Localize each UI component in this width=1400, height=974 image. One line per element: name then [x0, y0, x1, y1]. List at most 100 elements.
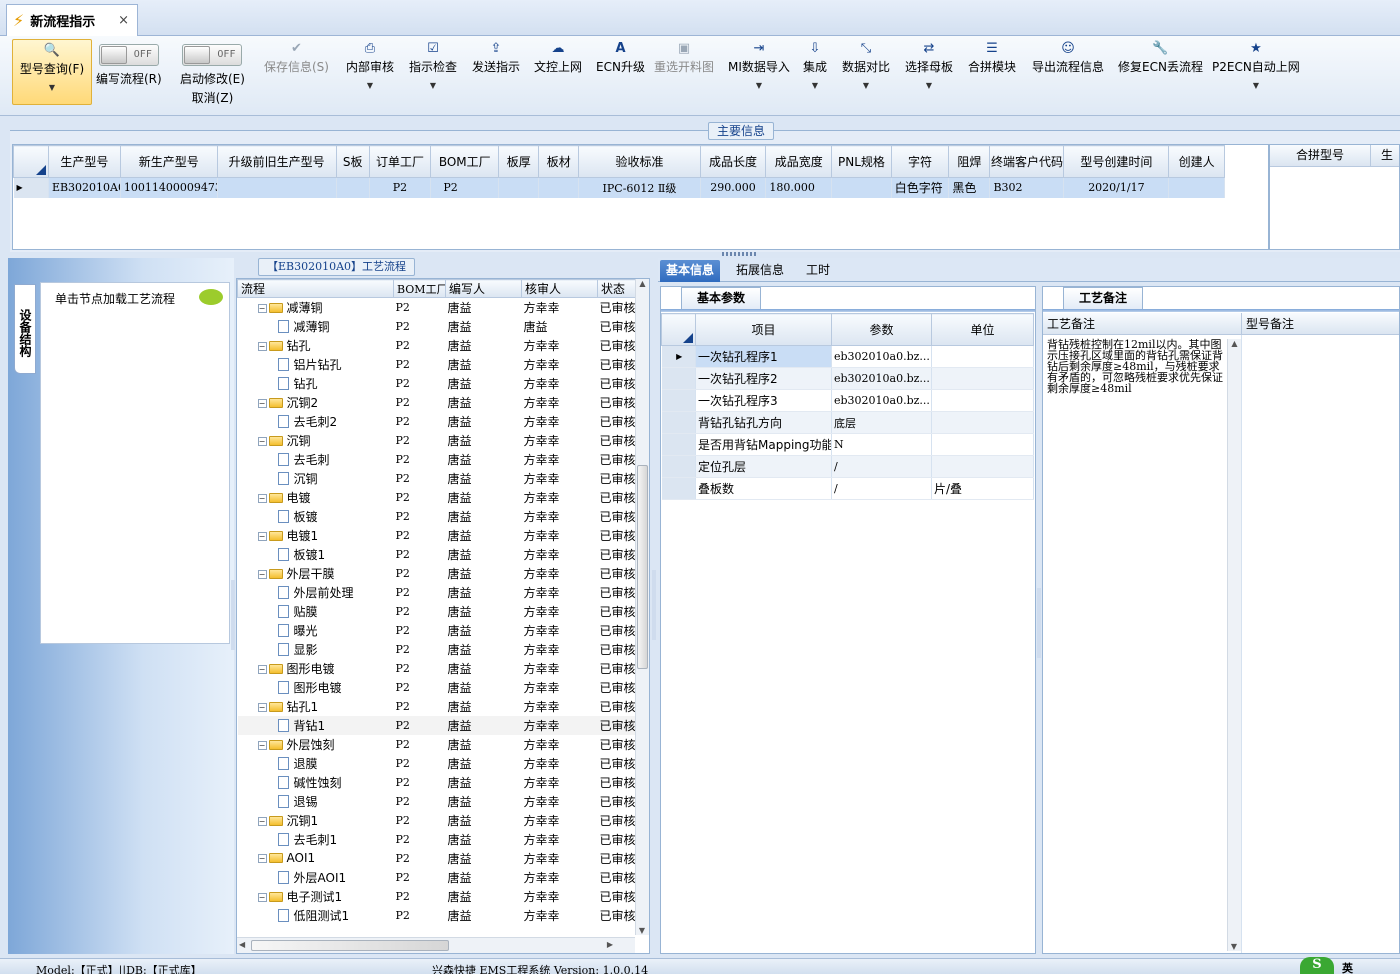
param-row[interactable]: 是否用背钻Mapping功能 N: [661, 433, 1034, 456]
param-unit[interactable]: [931, 455, 1034, 478]
tree-row[interactable]: 去毛刺1 P2 唐益 方幸幸 已审核: [238, 830, 638, 849]
tab-basic-info[interactable]: 基本信息: [660, 260, 721, 282]
tree-row[interactable]: 板镀 P2 唐益 方幸幸 已审核: [238, 507, 638, 526]
integrate-button[interactable]: ⇩ 集成 ▼: [803, 40, 827, 90]
col-bom-factory[interactable]: BOM工厂: [393, 279, 446, 298]
tree-row[interactable]: 减薄铜 P2 唐益 唐益 已审核: [238, 317, 638, 336]
collapse-icon[interactable]: −: [257, 664, 267, 674]
param-item[interactable]: 定位孔层: [695, 455, 832, 478]
write-flow-toggle[interactable]: OFF 编写流程(R): [96, 44, 162, 87]
cell-solder-mask[interactable]: 黑色: [948, 177, 991, 198]
row-selector-header[interactable]: [13, 145, 49, 178]
middle-splitter[interactable]: [652, 570, 656, 640]
tree-row[interactable]: 沉铜 P2 唐益 方幸幸 已审核: [238, 469, 638, 488]
tree-row[interactable]: − 外层蚀刻 P2 唐益 方幸幸 已审核: [238, 735, 638, 754]
col-order-factory[interactable]: 订单工厂: [368, 145, 432, 178]
p2ecn-upload-button[interactable]: ★ P2ECN自动上网 ▼: [1212, 40, 1300, 90]
param-item[interactable]: 背钻孔钻孔方向: [695, 411, 832, 434]
cell-board-material[interactable]: [538, 177, 580, 198]
param-unit[interactable]: [931, 411, 1034, 434]
merge-model-header-2[interactable]: 生: [1370, 145, 1393, 166]
cell-finished-width[interactable]: 180.000: [765, 177, 833, 198]
col-reviewer[interactable]: 核审人: [521, 279, 598, 298]
ime-logo-icon[interactable]: S: [1300, 957, 1334, 974]
tree-row[interactable]: 退膜 P2 唐益 方幸幸 已审核: [238, 754, 638, 773]
merge-module-button[interactable]: ☰ 合拼模块: [968, 40, 1016, 75]
param-value[interactable]: eb302010a0.bz...: [831, 345, 932, 368]
col-item[interactable]: 项目: [695, 313, 832, 346]
collapse-icon[interactable]: −: [257, 436, 267, 446]
param-value[interactable]: /: [831, 455, 932, 478]
tree-scroll-thumb[interactable]: [637, 465, 648, 669]
col-solder-mask[interactable]: 阻焊: [948, 145, 991, 178]
col-author[interactable]: 编写人: [445, 279, 522, 298]
tree-vertical-scrollbar[interactable]: ▲ ▼: [635, 279, 649, 935]
table-row[interactable]: ▶ EB302010A0 10011400009473 P2 P2 IPC-60…: [13, 177, 1225, 198]
col-finished-length[interactable]: 成品长度: [699, 145, 767, 178]
cell-new-production-model[interactable]: 10011400009473: [120, 177, 218, 198]
cancel-label[interactable]: 取消(Z): [180, 89, 245, 106]
tree-row[interactable]: 曝光 P2 唐益 方幸幸 已审核: [238, 621, 638, 640]
merge-model-header[interactable]: 合拼型号: [1270, 145, 1370, 166]
cell-finished-length[interactable]: 290.000: [700, 177, 767, 198]
cell-end-customer-code[interactable]: B302: [989, 177, 1065, 198]
tree-row[interactable]: 贴膜 P2 唐益 方幸幸 已审核: [238, 602, 638, 621]
param-row[interactable]: 定位孔层 /: [661, 455, 1034, 478]
tree-hscroll-thumb[interactable]: [251, 940, 449, 951]
col-model-created-time[interactable]: 型号创建时间: [1063, 145, 1170, 178]
col-board-thickness[interactable]: 板厚: [498, 145, 540, 178]
row-indicator[interactable]: [661, 477, 696, 500]
model-query-button[interactable]: 🔍 型号查询(F) ▼: [12, 39, 92, 105]
tree-row[interactable]: 外层前处理 P2 唐益 方幸幸 已审核: [238, 583, 638, 602]
select-template-button[interactable]: ⇄ 选择母板 ▼: [905, 40, 953, 90]
tree-row[interactable]: 退锡 P2 唐益 方幸幸 已审核: [238, 792, 638, 811]
start-modify-toggle[interactable]: OFF 启动修改(E) 取消(Z): [180, 44, 245, 106]
cell-old-production-model[interactable]: [217, 177, 337, 198]
col-new-production-model[interactable]: 新生产型号: [119, 145, 218, 178]
left-splitter[interactable]: [231, 580, 235, 650]
param-item[interactable]: 叠板数: [695, 477, 832, 500]
row-indicator[interactable]: [661, 455, 696, 478]
internal-review-button[interactable]: ⎙ 内部审核 ▼: [346, 40, 394, 90]
document-tab[interactable]: ⚡ 新流程指示 ×: [6, 4, 138, 36]
tree-row[interactable]: − 钻孔 P2 唐益 方幸幸 已审核: [238, 336, 638, 355]
row-indicator[interactable]: [661, 389, 696, 412]
cell-legend[interactable]: 白色字符: [891, 177, 950, 198]
col-model-notes[interactable]: 型号备注: [1241, 313, 1294, 335]
ecn-upgrade-button[interactable]: A ECN升级: [596, 40, 645, 75]
collapse-icon[interactable]: −: [257, 398, 267, 408]
param-row[interactable]: 一次钻孔程序3 eb302010a0.bz...: [661, 389, 1034, 412]
tree-row[interactable]: − 沉铜 P2 唐益 方幸幸 已审核: [238, 431, 638, 450]
param-value[interactable]: 底层: [831, 411, 932, 434]
tree-row[interactable]: 背钻1 P2 唐益 方幸幸 已审核: [237, 715, 638, 735]
equipment-structure-tab[interactable]: 设备结构: [14, 284, 36, 374]
col-status[interactable]: 状态: [597, 279, 638, 298]
collapse-icon[interactable]: −: [257, 303, 267, 313]
param-item[interactable]: 是否用背钻Mapping功能: [695, 433, 832, 456]
send-instruction-button[interactable]: ⇪ 发送指示: [472, 40, 520, 75]
col-legend[interactable]: 字符: [890, 145, 950, 178]
param-row[interactable]: 背钻孔钻孔方向 底层: [661, 411, 1034, 434]
param-item[interactable]: 一次钻孔程序2: [695, 367, 832, 390]
tree-row[interactable]: 去毛刺 P2 唐益 方幸幸 已审核: [238, 450, 638, 469]
collapse-icon[interactable]: −: [257, 569, 267, 579]
tree-row[interactable]: − 钻孔1 P2 唐益 方幸幸 已审核: [238, 697, 638, 716]
cell-model-created-time[interactable]: 2020/1/17: [1063, 177, 1170, 198]
mi-import-button[interactable]: ⇥ MI数据导入 ▼: [728, 40, 790, 90]
param-row[interactable]: ▶ 一次钻孔程序1 eb302010a0.bz...: [661, 345, 1034, 368]
param-value[interactable]: N: [831, 433, 932, 456]
tree-row[interactable]: 外层AOI1 P2 唐益 方幸幸 已审核: [238, 868, 638, 887]
tree-row[interactable]: − 减薄铜 P2 唐益 方幸幸 已审核: [238, 298, 638, 317]
cell-production-model[interactable]: EB302010A0: [48, 177, 121, 198]
row-selector-header[interactable]: [661, 313, 696, 346]
tree-row[interactable]: − 图形电镀 P2 唐益 方幸幸 已审核: [238, 659, 638, 678]
collapse-icon[interactable]: −: [257, 816, 267, 826]
col-flow[interactable]: 流程: [237, 279, 394, 298]
tree-row[interactable]: − 电子测试1 P2 唐益 方幸幸 已审核: [238, 887, 638, 906]
ime-language[interactable]: 英: [1342, 960, 1353, 974]
param-unit[interactable]: [931, 345, 1034, 368]
tree-row[interactable]: − 电镀 P2 唐益 方幸幸 已审核: [238, 488, 638, 507]
tree-row[interactable]: 钻孔 P2 唐益 方幸幸 已审核: [238, 374, 638, 393]
export-flow-button[interactable]: ☺ 导出流程信息: [1032, 40, 1104, 75]
col-process-notes[interactable]: 工艺备注: [1047, 313, 1095, 335]
